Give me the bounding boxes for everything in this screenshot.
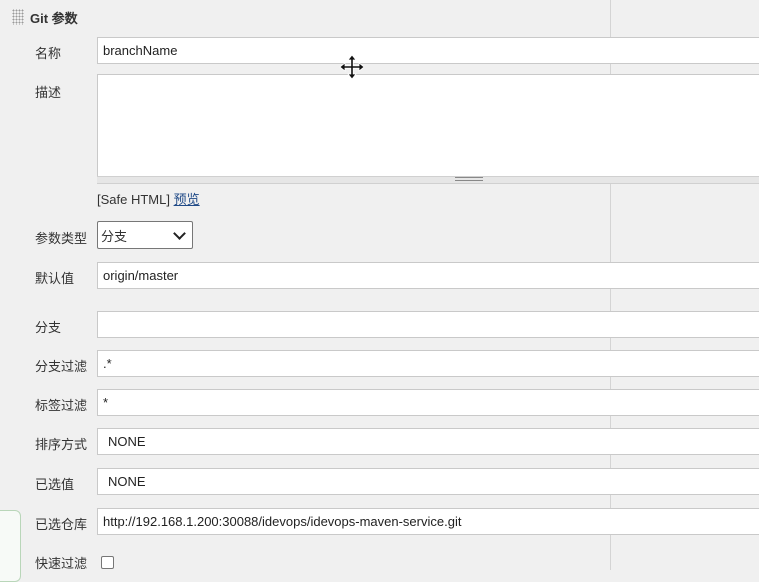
safe-html-label: [Safe HTML] [97,192,170,207]
section-title: Git 参数 [30,10,78,26]
resize-grip-icon [455,177,483,181]
default-value-input[interactable] [97,262,759,289]
drag-grip-icon[interactable] [12,9,24,25]
repository-input[interactable] [97,508,759,535]
param-type-label: 参数类型 [35,231,88,246]
name-input[interactable] [97,37,759,64]
chevron-down-icon [173,226,186,240]
description-textarea[interactable] [97,74,759,178]
sort-mode-label: 排序方式 [35,437,88,452]
branch-filter-input[interactable] [97,350,759,377]
quick-filter-checkbox[interactable] [101,556,114,569]
param-type-select[interactable]: 分支 [97,221,193,249]
section-header[interactable]: Git 参数 [12,8,78,26]
repository-label: 已选仓库 [35,517,88,532]
textarea-resize-handle[interactable] [97,176,759,184]
selected-value-input[interactable] [97,468,759,495]
branch-input[interactable] [97,311,759,338]
default-value-label: 默认值 [35,271,75,286]
branch-label: 分支 [35,320,62,335]
selected-value-label: 已选值 [35,477,75,492]
name-label: 名称 [35,46,62,61]
param-type-selected-value: 分支 [101,228,128,244]
sort-mode-input[interactable] [97,428,759,455]
tag-filter-label: 标签过滤 [35,398,88,413]
preview-link[interactable]: 预览 [174,192,200,207]
quick-filter-label: 快速过滤 [35,556,88,571]
description-label: 描述 [35,85,62,100]
safe-html-note: [Safe HTML] 预览 [97,189,200,208]
branch-filter-label: 分支过滤 [35,359,88,374]
side-panel-edge [0,510,21,582]
move-cursor-icon [339,54,365,80]
tag-filter-input[interactable] [97,389,759,416]
